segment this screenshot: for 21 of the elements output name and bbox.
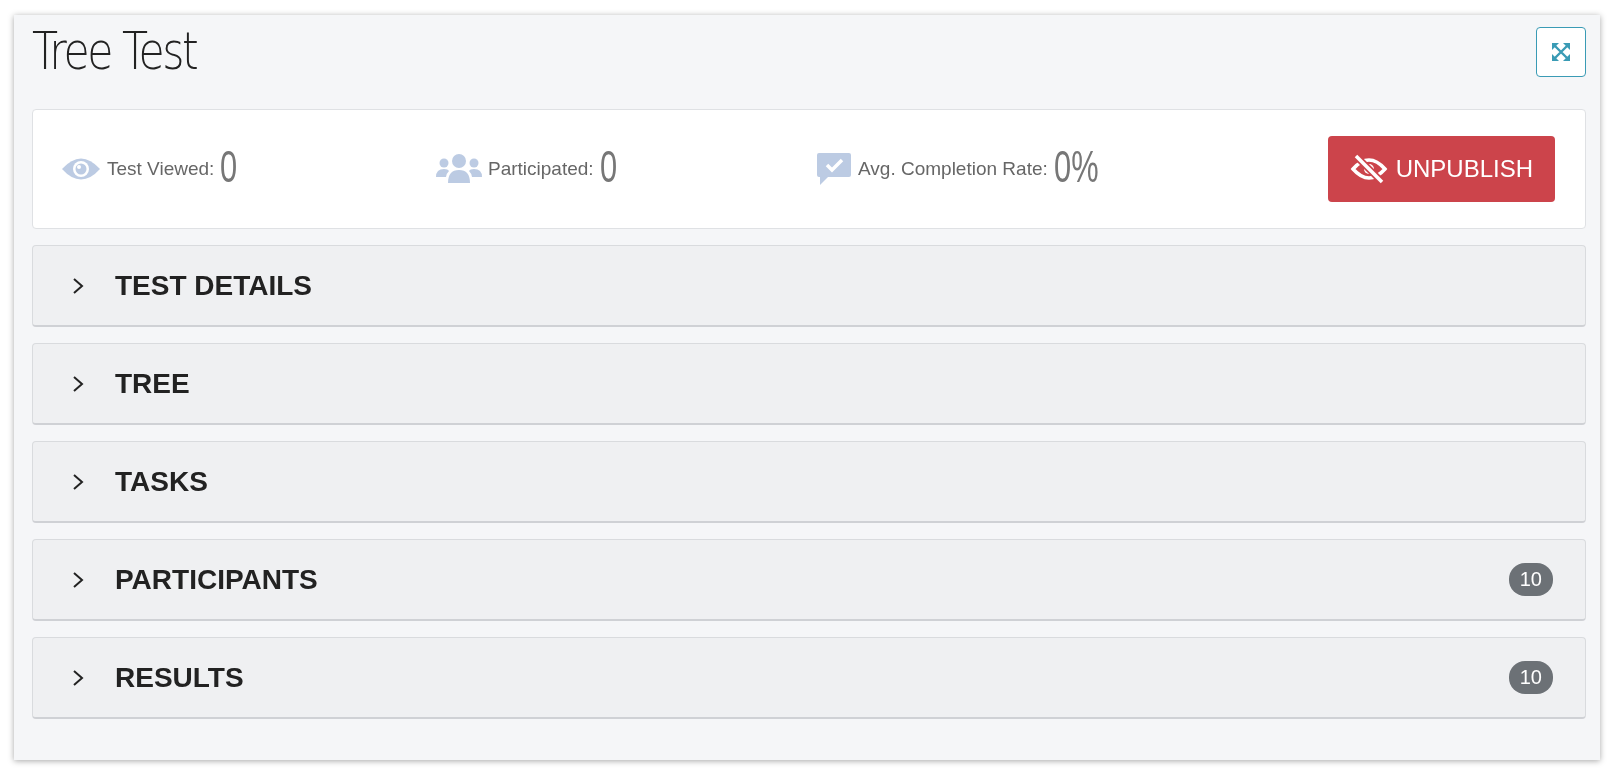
stat-value: 0 [599, 142, 617, 192]
accordion-header[interactable]: PARTICIPANTS 10 [32, 539, 1586, 621]
accordion-header[interactable]: RESULTS 10 [32, 637, 1586, 719]
count-badge: 10 [1508, 563, 1553, 596]
stat-value: 0 [220, 142, 238, 192]
count-badge: 10 [1508, 661, 1553, 694]
unpublish-button[interactable]: UNPUBLISH [1327, 136, 1555, 202]
stat-label: Participated: [488, 158, 594, 180]
people-icon [436, 153, 482, 185]
stat-label: Avg. Completion Rate: [858, 158, 1048, 180]
stat-value: 0% [1053, 142, 1099, 192]
eye-icon [61, 156, 101, 182]
stat-label: Test Viewed: [107, 158, 215, 180]
eye-slash-icon [1349, 154, 1388, 184]
page-title: Tree Test [32, 21, 197, 81]
accordion-header[interactable]: TEST DETAILS [32, 245, 1586, 327]
expand-icon [1550, 41, 1572, 63]
chat-check-icon [816, 151, 852, 187]
accordion-header[interactable]: TREE [32, 343, 1586, 425]
fullscreen-button[interactable] [1536, 27, 1586, 77]
accordion-header[interactable]: TASKS [32, 441, 1586, 523]
